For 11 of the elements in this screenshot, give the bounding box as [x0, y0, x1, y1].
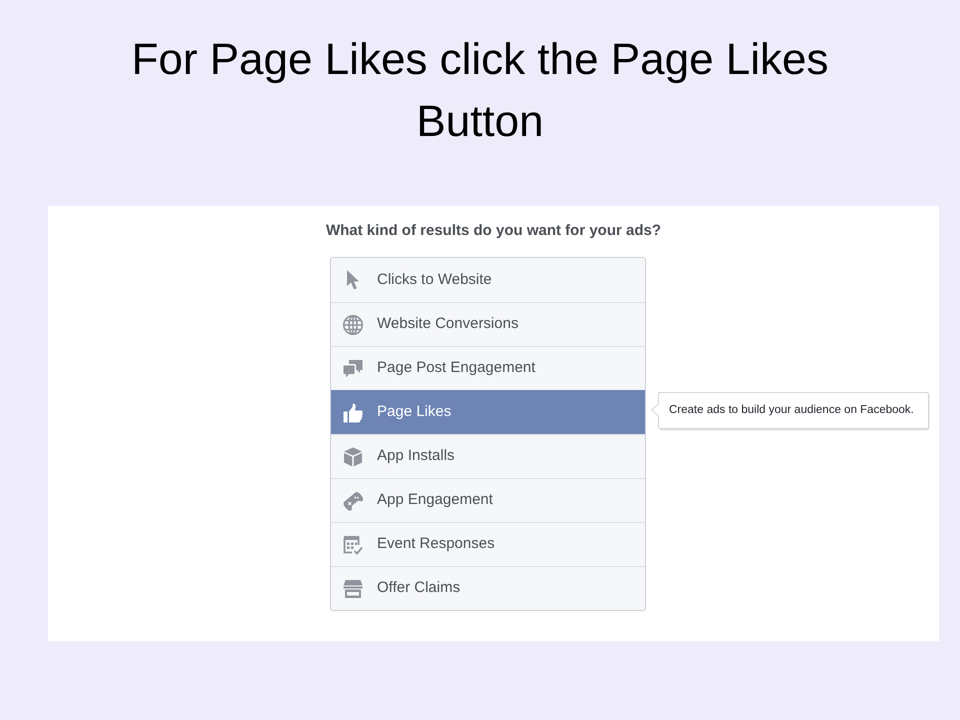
- cube-icon: [343, 446, 363, 466]
- chat-bubbles-icon: [343, 358, 363, 378]
- result-option[interactable]: Page Likes: [331, 390, 645, 434]
- gamepad-icon: [343, 490, 363, 510]
- question-text: What kind of results do you want for your ads?: [324, 221, 662, 241]
- calendar-icon: [343, 534, 363, 554]
- storefront-icon: [343, 578, 363, 598]
- slide-title: For Page Likes click the Page Likes Button: [130, 34, 830, 148]
- thumbs-up-icon: [343, 402, 363, 422]
- globe-icon: [343, 314, 363, 334]
- tooltip: Create ads to build your audience on Facebook.: [651, 391, 930, 431]
